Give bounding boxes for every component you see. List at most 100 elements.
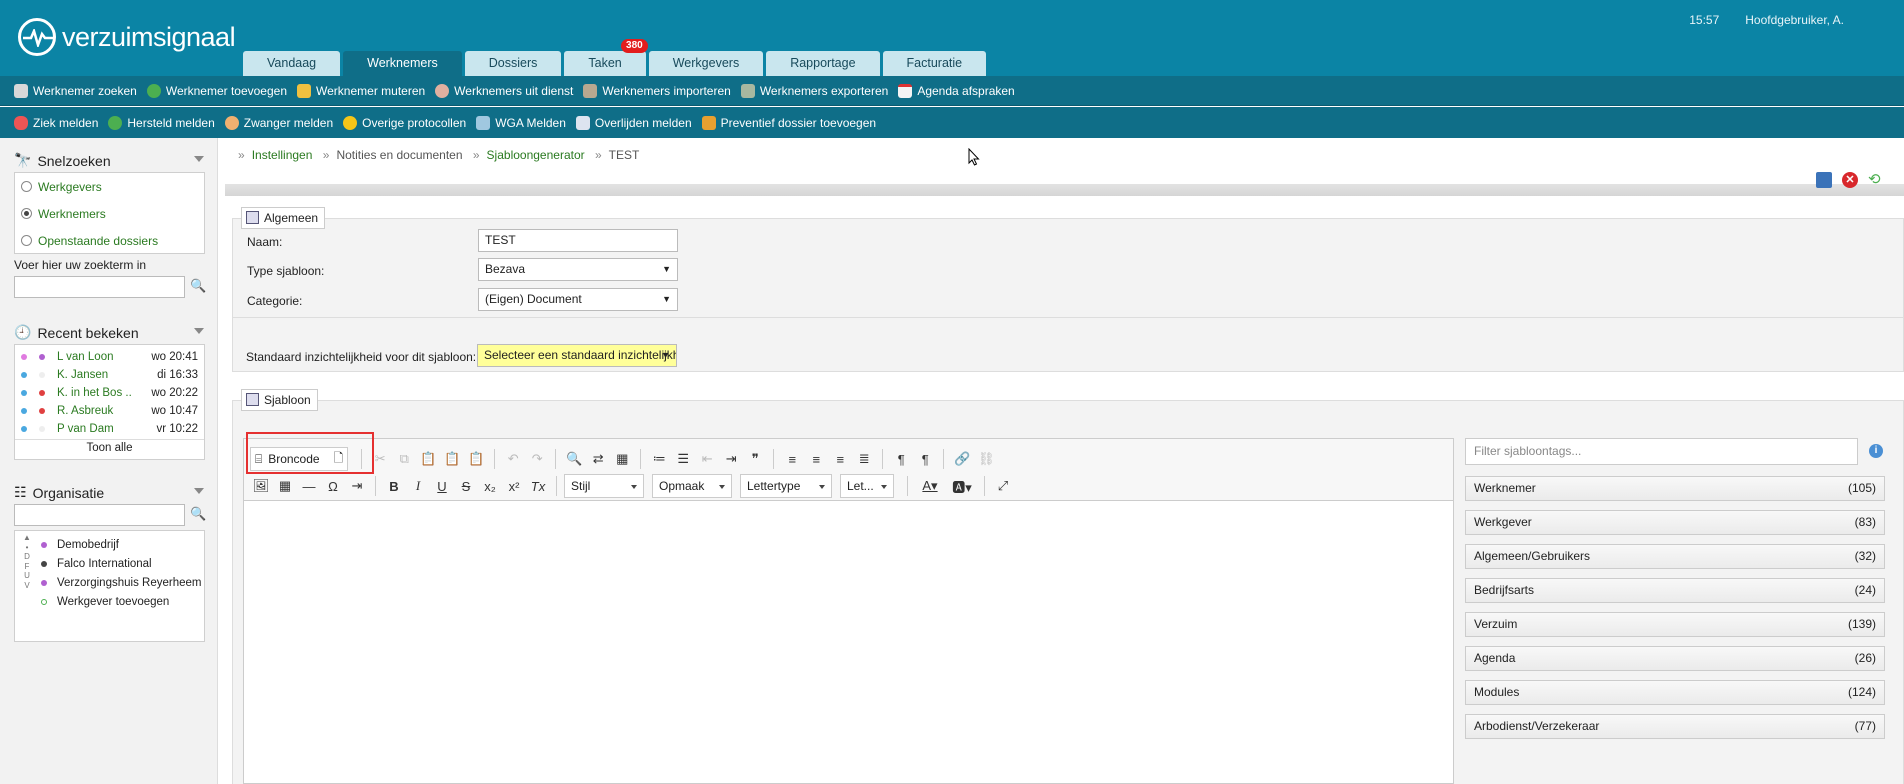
bold-icon[interactable]: B <box>383 475 405 497</box>
tag-group-werknemer[interactable]: Werknemer (105) <box>1465 476 1885 501</box>
strikethrough-icon[interactable]: S <box>455 475 477 497</box>
paste-word-icon[interactable]: 📋 <box>465 448 487 470</box>
table-icon[interactable]: ▦ <box>274 475 296 497</box>
editor-content-area[interactable] <box>244 501 1453 783</box>
tag-filter-input[interactable]: Filter sjabloontags... <box>1465 438 1858 465</box>
text-color-icon[interactable]: A▾ <box>915 475 945 497</box>
special-char-icon[interactable]: Ω <box>322 475 344 497</box>
tab-dossiers[interactable]: Dossiers <box>464 51 562 76</box>
unlink-icon[interactable]: ⛓ <box>975 448 997 470</box>
wga-melden-button[interactable]: WGA Melden <box>476 115 566 130</box>
list-item[interactable]: P van Dam vr 10:22 <box>15 420 204 438</box>
horizontal-rule-icon[interactable]: ― <box>298 475 320 497</box>
font-dropdown[interactable]: Lettertype <box>740 474 832 498</box>
tab-vandaag[interactable]: Vandaag <box>243 51 341 76</box>
list-item[interactable]: L van Loon wo 20:41 <box>15 348 204 366</box>
collapse-icon[interactable] <box>194 488 204 494</box>
underline-icon[interactable]: U <box>431 475 453 497</box>
justify-icon[interactable]: ≣ <box>853 448 875 470</box>
overige-protocollen-button[interactable]: Overige protocollen <box>343 115 466 130</box>
werknemer-toevoegen-button[interactable]: Werknemer toevoegen <box>146 83 287 98</box>
refresh-icon[interactable]: ⟲ <box>1868 172 1884 188</box>
tag-group-algemeen[interactable]: Algemeen/Gebruikers (32) <box>1465 544 1885 569</box>
page-break-icon[interactable]: ⇥ <box>346 475 368 497</box>
tag-group-bedrijfsarts[interactable]: Bedrijfsarts (24) <box>1465 578 1885 603</box>
show-all-link[interactable]: Toon alle <box>15 439 204 457</box>
preventief-dossier-button[interactable]: Preventief dossier toevoegen <box>701 115 876 130</box>
crumb-instellingen[interactable]: Instellingen <box>252 148 313 162</box>
style-dropdown[interactable]: Stijl <box>564 474 644 498</box>
app-logo[interactable]: verzuimsignaal <box>18 18 236 56</box>
ziek-melden-button[interactable]: Ziek melden <box>14 115 98 130</box>
agenda-afspraken-button[interactable]: Agenda afspraken <box>898 83 1015 98</box>
save-icon[interactable] <box>1816 172 1832 188</box>
replace-icon[interactable]: ⇄ <box>587 448 609 470</box>
list-item[interactable]: K. Jansen di 16:33 <box>15 366 204 384</box>
align-center-icon[interactable]: ≡ <box>805 448 827 470</box>
naam-input[interactable]: TEST <box>478 229 678 252</box>
werknemer-zoeken-button[interactable]: Werknemer zoeken <box>14 83 137 98</box>
org-add-item[interactable]: Werkgever toevoegen <box>41 593 201 612</box>
org-item[interactable]: Verzorgingshuis Reyerheem <box>41 574 201 593</box>
superscript-icon[interactable]: x² <box>503 475 525 497</box>
italic-icon[interactable]: I <box>407 475 429 497</box>
tag-group-arbodienst[interactable]: Arbodienst/Verzekeraar (77) <box>1465 714 1885 739</box>
paste-text-icon[interactable]: 📋 <box>441 448 463 470</box>
tab-taken[interactable]: Taken 380 <box>564 39 648 76</box>
collapse-icon[interactable] <box>194 328 204 334</box>
list-item[interactable]: K. in het Bos .. wo 20:22 <box>15 384 204 402</box>
tab-werkgevers[interactable]: Werkgevers <box>648 51 764 76</box>
outdent-icon[interactable]: ⇤ <box>696 448 718 470</box>
copy-icon[interactable]: ⧉ <box>393 448 415 470</box>
align-left-icon[interactable]: ≡ <box>781 448 803 470</box>
quick-search-input[interactable] <box>14 276 185 298</box>
font-size-dropdown[interactable]: Let... <box>840 474 894 498</box>
undo-icon[interactable]: ↶ <box>502 448 524 470</box>
subscript-icon[interactable]: x₂ <box>479 475 501 497</box>
search-icon[interactable]: 🔍 <box>190 506 206 522</box>
werknemer-muteren-button[interactable]: Werknemer muteren <box>297 83 425 98</box>
collapse-icon[interactable] <box>194 156 204 162</box>
type-sjabloon-select[interactable]: Bezava <box>478 258 678 281</box>
numbered-list-icon[interactable]: ≔ <box>648 448 670 470</box>
rtl-icon[interactable]: ¶ <box>914 448 936 470</box>
paste-icon[interactable]: 📋 <box>417 448 439 470</box>
info-icon[interactable]: i <box>1869 444 1883 458</box>
format-dropdown[interactable]: Opmaak <box>652 474 732 498</box>
tab-rapportage[interactable]: Rapportage <box>766 51 880 76</box>
tag-group-modules[interactable]: Modules (124) <box>1465 680 1885 705</box>
tab-werknemers[interactable]: Werknemers <box>343 51 462 76</box>
remove-format-icon[interactable]: Tx <box>527 475 549 497</box>
tag-group-werkgever[interactable]: Werkgever (83) <box>1465 510 1885 535</box>
radio-werkgevers[interactable]: Werkgevers <box>15 173 204 200</box>
werknemers-exporteren-button[interactable]: Werknemers exporteren <box>740 83 888 98</box>
tab-facturatie[interactable]: Facturatie <box>882 51 987 76</box>
radio-openstaande-dossiers[interactable]: Openstaande dossiers <box>15 227 204 254</box>
werknemers-importeren-button[interactable]: Werknemers importeren <box>583 83 731 98</box>
recent-header[interactable]: 🕘 Recent bekeken <box>14 324 204 341</box>
org-item[interactable]: Demobedrijf <box>41 536 201 555</box>
blockquote-icon[interactable]: ❞ <box>744 448 766 470</box>
ltr-icon[interactable]: ¶ <box>890 448 912 470</box>
organisatie-header[interactable]: ☷ Organisatie <box>14 484 204 501</box>
redo-icon[interactable]: ↷ <box>526 448 548 470</box>
tag-group-agenda[interactable]: Agenda (26) <box>1465 646 1885 671</box>
list-item[interactable]: R. Asbreuk wo 10:47 <box>15 402 204 420</box>
indent-icon[interactable]: ⇥ <box>720 448 742 470</box>
find-icon[interactable]: 🔍 <box>563 448 585 470</box>
overlijden-melden-button[interactable]: Overlijden melden <box>575 115 692 130</box>
inzichtelijkheid-select[interactable]: Selecteer een standaard inzichtelijkh <box>477 344 677 367</box>
hersteld-melden-button[interactable]: Hersteld melden <box>108 115 215 130</box>
tag-group-verzuim[interactable]: Verzuim (139) <box>1465 612 1885 637</box>
user-menu[interactable]: Hoofdgebruiker, A. <box>1745 13 1844 27</box>
org-search-input[interactable] <box>14 504 185 526</box>
snelzoeken-header[interactable]: 🔭 Snelzoeken <box>14 152 204 169</box>
org-item[interactable]: Falco International <box>41 555 201 574</box>
link-icon[interactable]: 🔗 <box>951 448 973 470</box>
select-all-icon[interactable]: ▦ <box>611 448 633 470</box>
radio-werknemers[interactable]: Werknemers <box>15 200 204 227</box>
align-right-icon[interactable]: ≡ <box>829 448 851 470</box>
zwanger-melden-button[interactable]: Zwanger melden <box>224 115 333 130</box>
bullet-list-icon[interactable]: ☰ <box>672 448 694 470</box>
werknemers-uit-dienst-button[interactable]: Werknemers uit dienst <box>435 83 573 98</box>
